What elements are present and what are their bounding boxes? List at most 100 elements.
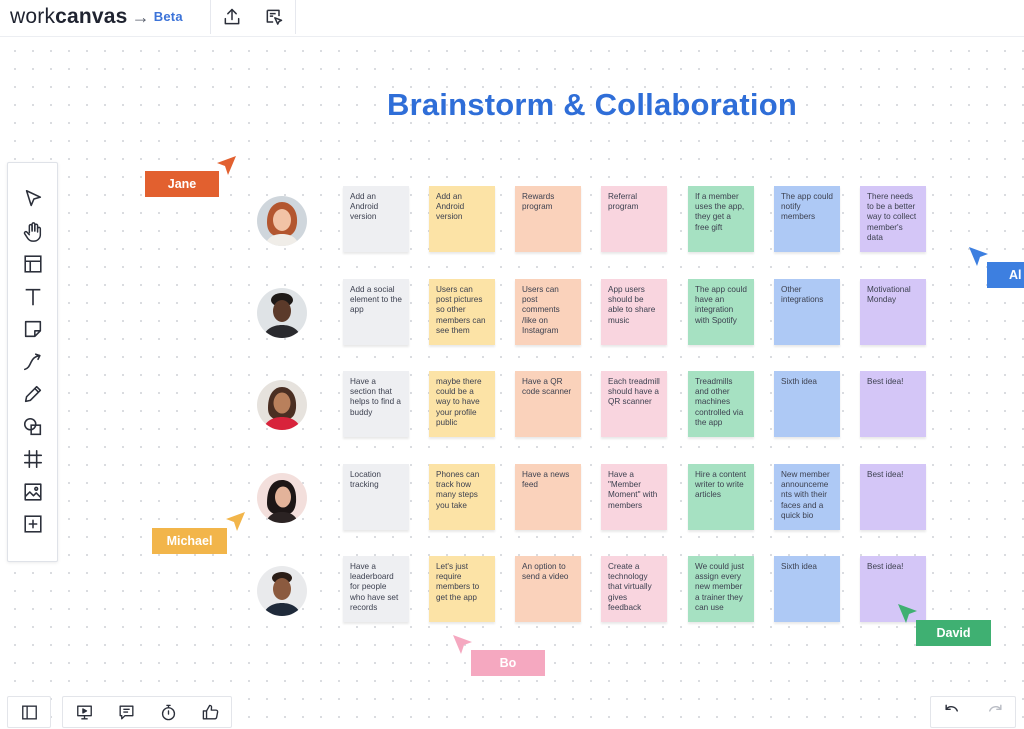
sticky-note[interactable]: There needs to be a better way to collec… <box>860 186 926 252</box>
present-screen-icon <box>76 704 92 720</box>
brand-bold: canvas <box>55 5 128 28</box>
sticky-note[interactable]: Motivational Monday <box>860 279 926 345</box>
timer-icon <box>161 704 175 720</box>
sidebar-panel-icon <box>21 704 37 720</box>
app-logo[interactable]: workcanvas → Beta <box>10 5 183 29</box>
sticky-note-icon <box>24 321 41 338</box>
sticky-note[interactable]: Have a QR code scanner <box>515 371 581 437</box>
bottom-bar <box>0 694 1024 729</box>
select-tool[interactable] <box>18 183 48 216</box>
connector-tool[interactable] <box>18 346 48 379</box>
upload-button[interactable] <box>211 0 253 34</box>
sticky-note[interactable]: Users can post comments /like on Instagr… <box>515 279 581 345</box>
image-icon <box>23 483 42 501</box>
sticky-note[interactable]: Hire a content writer to write articles <box>688 464 754 530</box>
avatar-row-3 <box>257 380 307 430</box>
collab-tools-group <box>62 696 232 728</box>
frame-grid-icon <box>23 450 42 469</box>
add-more-icon <box>23 515 42 533</box>
template-layout-icon <box>23 255 42 273</box>
pen-tool[interactable] <box>18 378 48 411</box>
sticky-note[interactable]: Referral program <box>601 186 667 252</box>
avatar-row-1 <box>257 196 307 246</box>
beta-label: Beta <box>153 9 183 24</box>
board-title[interactable]: Brainstorm & Collaboration <box>0 87 1024 123</box>
sticky-note[interactable]: App users should be able to share music <box>601 279 667 345</box>
sticky-note[interactable]: maybe there could be a way to have your … <box>429 371 495 437</box>
present-button[interactable] <box>63 697 105 727</box>
avatar-row-2 <box>257 288 307 338</box>
template-tool[interactable] <box>18 248 48 281</box>
sticky-note[interactable]: Add an Android version <box>429 186 495 252</box>
sticky-note[interactable]: Have a section that helps to find a budd… <box>343 371 409 437</box>
person-photo-icon <box>257 196 307 246</box>
avatar-row-4 <box>257 473 307 523</box>
brand-arrow: → <box>131 7 150 27</box>
collaborator-tag-al: Al <box>987 262 1024 288</box>
cursor-michael-icon <box>226 512 245 531</box>
shapes-tool[interactable] <box>18 411 48 444</box>
select-pointer-icon <box>25 190 41 207</box>
avatar-row-5 <box>257 566 307 616</box>
sticky-note[interactable]: Let's just require members to get the ap… <box>429 556 495 622</box>
comment-button[interactable] <box>105 697 147 727</box>
select-area-button[interactable] <box>253 0 295 34</box>
top-bar: workcanvas → Beta <box>0 0 1024 37</box>
collaborator-tag-jane: Jane <box>145 171 219 197</box>
brand-light: work <box>10 5 56 28</box>
sticky-note[interactable]: An option to send a video <box>515 556 581 622</box>
text-tool-icon <box>25 288 40 305</box>
present-cursor-icon <box>266 9 283 25</box>
sticky-note[interactable]: New member announceme nts with their fac… <box>774 464 840 530</box>
sticky-note[interactable]: Have a leaderboard for people who have s… <box>343 556 409 622</box>
sticky-note[interactable]: Best idea! <box>860 371 926 437</box>
sticky-note[interactable]: Phones can track how many steps you take <box>429 464 495 530</box>
sticky-note[interactable]: We could just assign every new member a … <box>688 556 754 622</box>
person-photo-icon <box>257 566 307 616</box>
top-actions <box>210 0 296 34</box>
sticky-note[interactable]: Location tracking <box>343 464 409 530</box>
person-photo-icon <box>257 380 307 430</box>
sticky-note[interactable]: Treadmills and other machines controlled… <box>688 371 754 437</box>
redo-button[interactable] <box>973 697 1015 727</box>
history-group <box>930 696 1016 728</box>
sidebar-panel-button[interactable] <box>8 697 50 727</box>
pan-tool[interactable] <box>18 216 48 249</box>
thumbs-up-icon <box>202 704 218 720</box>
frame-tool[interactable] <box>18 443 48 476</box>
sticky-note-tool[interactable] <box>18 313 48 346</box>
sticky-note[interactable]: Sixth idea <box>774 556 840 622</box>
sticky-note[interactable]: Other integrations <box>774 279 840 345</box>
person-photo-icon <box>257 473 307 523</box>
sticky-note[interactable]: Rewards program <box>515 186 581 252</box>
comment-icon <box>118 704 134 720</box>
panel-toggle-group <box>7 696 51 728</box>
sticky-note[interactable]: Sixth idea <box>774 371 840 437</box>
undo-button[interactable] <box>931 697 973 727</box>
hand-pan-icon <box>23 221 41 242</box>
person-photo-icon <box>257 288 307 338</box>
sticky-note[interactable]: Have a news feed <box>515 464 581 530</box>
add-more-tool[interactable] <box>18 508 48 541</box>
collaborator-tag-bo: Bo <box>471 650 545 676</box>
sticky-note[interactable]: Create a technology that virtually gives… <box>601 556 667 622</box>
sticky-note[interactable]: Users can post pictures so other members… <box>429 279 495 345</box>
text-tool[interactable] <box>18 281 48 314</box>
sticky-note[interactable]: The app could have an integration with S… <box>688 279 754 345</box>
redo-icon <box>988 704 1002 712</box>
sticky-note[interactable]: Add a social element to the app <box>343 279 409 345</box>
connector-arrow-icon <box>23 353 41 370</box>
sticky-note[interactable]: Each treadmill should have a QR scanner <box>601 371 667 437</box>
vote-button[interactable] <box>189 697 231 727</box>
timer-button[interactable] <box>147 697 189 727</box>
sticky-note[interactable]: If a member uses the app, they get a fre… <box>688 186 754 252</box>
sticky-note[interactable]: Add an Android version <box>343 186 409 252</box>
undo-icon <box>944 704 958 712</box>
collaborator-tag-david: David <box>916 620 991 646</box>
sticky-note[interactable]: Have a "Member Moment" with members <box>601 464 667 530</box>
pen-icon <box>24 386 41 403</box>
image-tool[interactable] <box>18 476 48 509</box>
shapes-icon <box>23 417 41 435</box>
sticky-note[interactable]: Best idea! <box>860 464 926 530</box>
sticky-note[interactable]: The app could notify members <box>774 186 840 252</box>
